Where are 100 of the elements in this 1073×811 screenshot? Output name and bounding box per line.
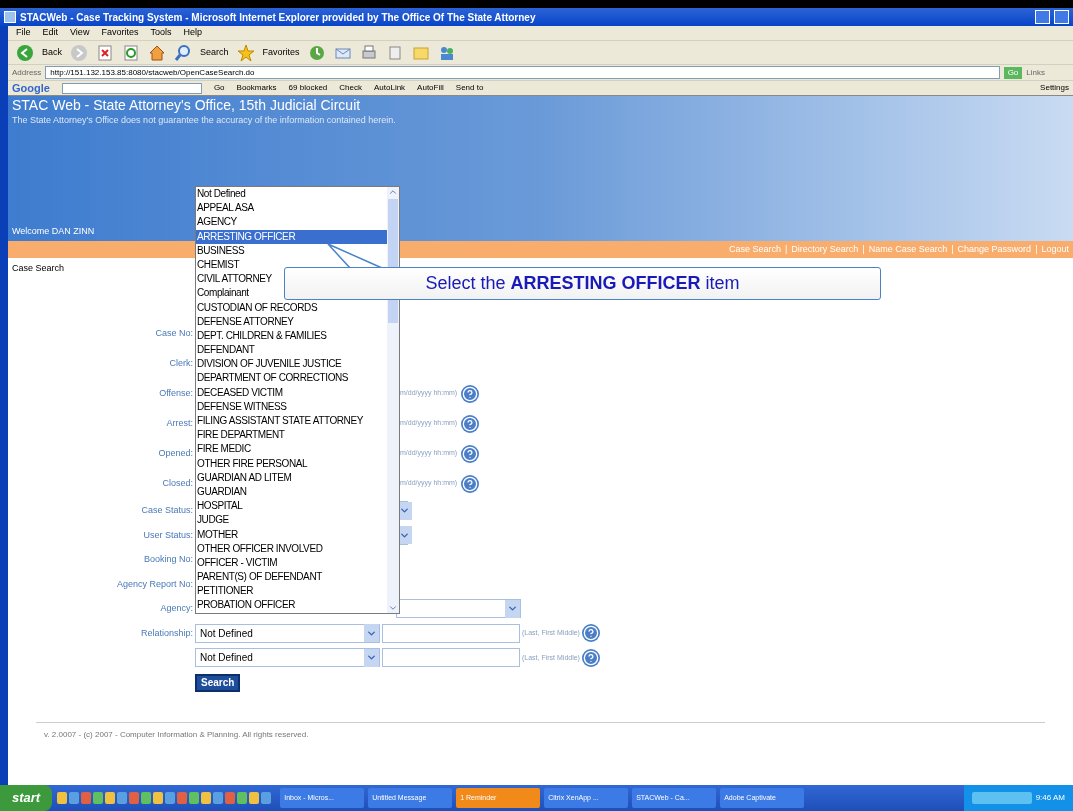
search-icon[interactable] — [174, 43, 192, 62]
dropdown-option[interactable]: FILING ASSISTANT STATE ATTORNEY — [196, 414, 364, 429]
google-toolbar-button[interactable]: Go — [213, 82, 225, 94]
favorites-button[interactable]: Favorites — [262, 45, 300, 60]
dropdown-option[interactable]: DEFENSE WITNESS — [196, 399, 288, 414]
dropdown-option[interactable]: JUDGE — [196, 513, 230, 528]
dropdown-option[interactable]: DEFENDANT — [196, 343, 256, 358]
dropdown-option[interactable]: FIRE DEPARTMENT — [196, 428, 286, 443]
dropdown-option[interactable]: ARRESTING OFFICER — [196, 229, 387, 244]
dropdown-option[interactable]: CHEMIST — [196, 257, 241, 273]
field-label: Case Status: — [141, 504, 193, 517]
name-input-field[interactable] — [382, 648, 520, 668]
dropdown-option[interactable]: Complainant — [196, 286, 250, 301]
menu-item[interactable]: Help — [183, 26, 202, 40]
help-icon[interactable] — [581, 624, 600, 643]
history-icon[interactable] — [307, 43, 326, 62]
field-label: User Status: — [143, 528, 193, 542]
field-label: Opened: — [158, 446, 193, 460]
menu-item[interactable]: Tools — [150, 26, 172, 40]
scrollbar[interactable] — [387, 187, 399, 613]
help-icon[interactable] — [581, 648, 600, 667]
scroll-down-icon[interactable] — [388, 603, 398, 613]
nav-separator: | — [862, 242, 865, 256]
field-label: Arrest: — [166, 416, 193, 430]
dropdown-option[interactable]: Not Defined — [196, 187, 247, 202]
google-toolbar-button[interactable]: Check — [339, 82, 362, 94]
dropdown-option[interactable]: PETITIONER — [196, 584, 254, 599]
address-label: Address — [12, 66, 42, 79]
menu-item[interactable]: Favorites — [101, 26, 139, 40]
dropdown-option[interactable]: PARENT(S) OF DEFENDANT — [196, 570, 323, 585]
site-title: STAC Web - State Attorney's Office, 15th Judicial Circuit — [12, 97, 362, 114]
dropdown-option[interactable]: OTHER FIRE PERSONAL — [196, 456, 309, 471]
field-label: Case No: — [155, 326, 193, 340]
scroll-up-icon[interactable] — [388, 187, 398, 197]
help-icon[interactable] — [461, 384, 480, 403]
ie-icon — [4, 11, 16, 23]
dropdown-option[interactable]: HOSPITAL — [196, 499, 244, 514]
field-label: Clerk: — [169, 356, 193, 370]
home-icon[interactable] — [148, 43, 166, 62]
settings-button[interactable]: Settings — [1040, 82, 1069, 94]
field-label: Relationship: — [140, 626, 193, 640]
dropdown-option[interactable]: CIVIL ATTORNEY — [196, 272, 273, 287]
google-logo: Google — [12, 80, 50, 96]
google-toolbar-button[interactable]: AutoFill — [417, 82, 444, 94]
clock: 9:46 AM — [1035, 792, 1065, 804]
relationship-select[interactable]: Not Defined — [195, 623, 380, 643]
google-search-field[interactable] — [61, 82, 202, 94]
star-icon[interactable] — [236, 43, 255, 62]
menu-item[interactable]: File — [16, 26, 31, 40]
start-button[interactable]: start — [0, 785, 53, 811]
dropdown-option[interactable]: AGENCY — [196, 215, 238, 230]
field-label: Closed: — [162, 476, 193, 490]
dropdown-option[interactable]: BUSINESS — [196, 243, 246, 258]
section-heading: Case Search — [11, 262, 66, 275]
back-button[interactable]: Back — [42, 45, 62, 60]
help-icon[interactable] — [461, 414, 480, 433]
relationship-select[interactable]: Not Defined — [195, 648, 380, 668]
links-button[interactable]: Links — [1026, 66, 1069, 79]
search-button[interactable]: Search — [200, 45, 229, 60]
dropdown-option[interactable]: DECEASED VICTIM — [196, 385, 284, 400]
dropdown-option[interactable]: CUSTODIAN OF RECORDS — [196, 300, 319, 315]
search-button[interactable]: Search — [195, 674, 241, 692]
google-toolbar-button[interactable]: AutoLink — [373, 82, 406, 94]
menu-item[interactable]: Edit — [42, 26, 59, 40]
google-toolbar-button[interactable]: Bookmarks — [236, 82, 277, 94]
nav-separator: | — [784, 242, 788, 256]
dropdown-option[interactable]: DEPT. CHILDREN & FAMILIES — [196, 328, 328, 344]
menu-item[interactable]: View — [70, 26, 90, 40]
help-icon[interactable] — [461, 474, 480, 493]
disclaimer-text: The State Attorney's Office does not guarantee the accuracy of the information contained herein. — [12, 114, 397, 127]
dropdown-option[interactable]: GUARDIAN — [196, 484, 248, 500]
address-field[interactable]: http://151.132.153.85:8080/stacweb/OpenCaseSearch.do — [45, 66, 1000, 79]
refresh-icon[interactable] — [122, 43, 140, 62]
printer-icon[interactable] — [359, 43, 378, 62]
dropdown-option[interactable]: DEFENSE ATTORNEY — [196, 314, 295, 329]
dropdown-option[interactable]: OTHER OFFICER INVOLVED — [196, 541, 324, 556]
dropdown-option[interactable]: OFFICER - VICTIM — [196, 555, 279, 571]
help-icon[interactable] — [461, 444, 480, 463]
name-input-field[interactable] — [382, 623, 520, 643]
dropdown-option[interactable]: MOTHER — [196, 527, 239, 542]
google-toolbar-button[interactable]: 69 blocked — [288, 82, 328, 94]
dropdown-option[interactable]: PROBATION OFFICER — [196, 598, 297, 613]
stop-icon[interactable] — [96, 43, 114, 62]
window-title: STACWeb - Case Tracking System - Microsoft Internet Explorer provided by The Office Of The State Attorney — [20, 10, 536, 25]
field-label: Offense: — [159, 386, 193, 400]
nav-separator: | — [1035, 242, 1038, 256]
minimize-button[interactable] — [1035, 10, 1050, 24]
field-label: Agency Report No: — [116, 577, 193, 591]
welcome-text: Welcome DAN ZINN — [12, 224, 95, 238]
dropdown-option[interactable]: DIVISION OF JUVENILE JUSTICE — [196, 357, 343, 372]
dropdown-option[interactable]: DEPARTMENT OF CORRECTIONS — [196, 371, 350, 386]
dropdown-option[interactable]: GUARDIAN AD LITEM — [196, 470, 293, 485]
copyright-text: v. 2.0007 - (c) 2007 - Computer Information & Planning. All rights reserved. — [44, 729, 309, 741]
google-toolbar-button[interactable]: Send to — [455, 82, 484, 94]
dropdown-option[interactable]: APPEAL ASA — [196, 201, 255, 216]
maximize-button[interactable] — [1054, 10, 1069, 24]
dropdown-option[interactable]: FIRE MEDIC — [196, 442, 252, 457]
nav-separator: | — [951, 242, 954, 256]
agency-select[interactable] — [396, 599, 521, 619]
callout-text: Select the ARRESTING OFFICER item — [425, 272, 740, 295]
